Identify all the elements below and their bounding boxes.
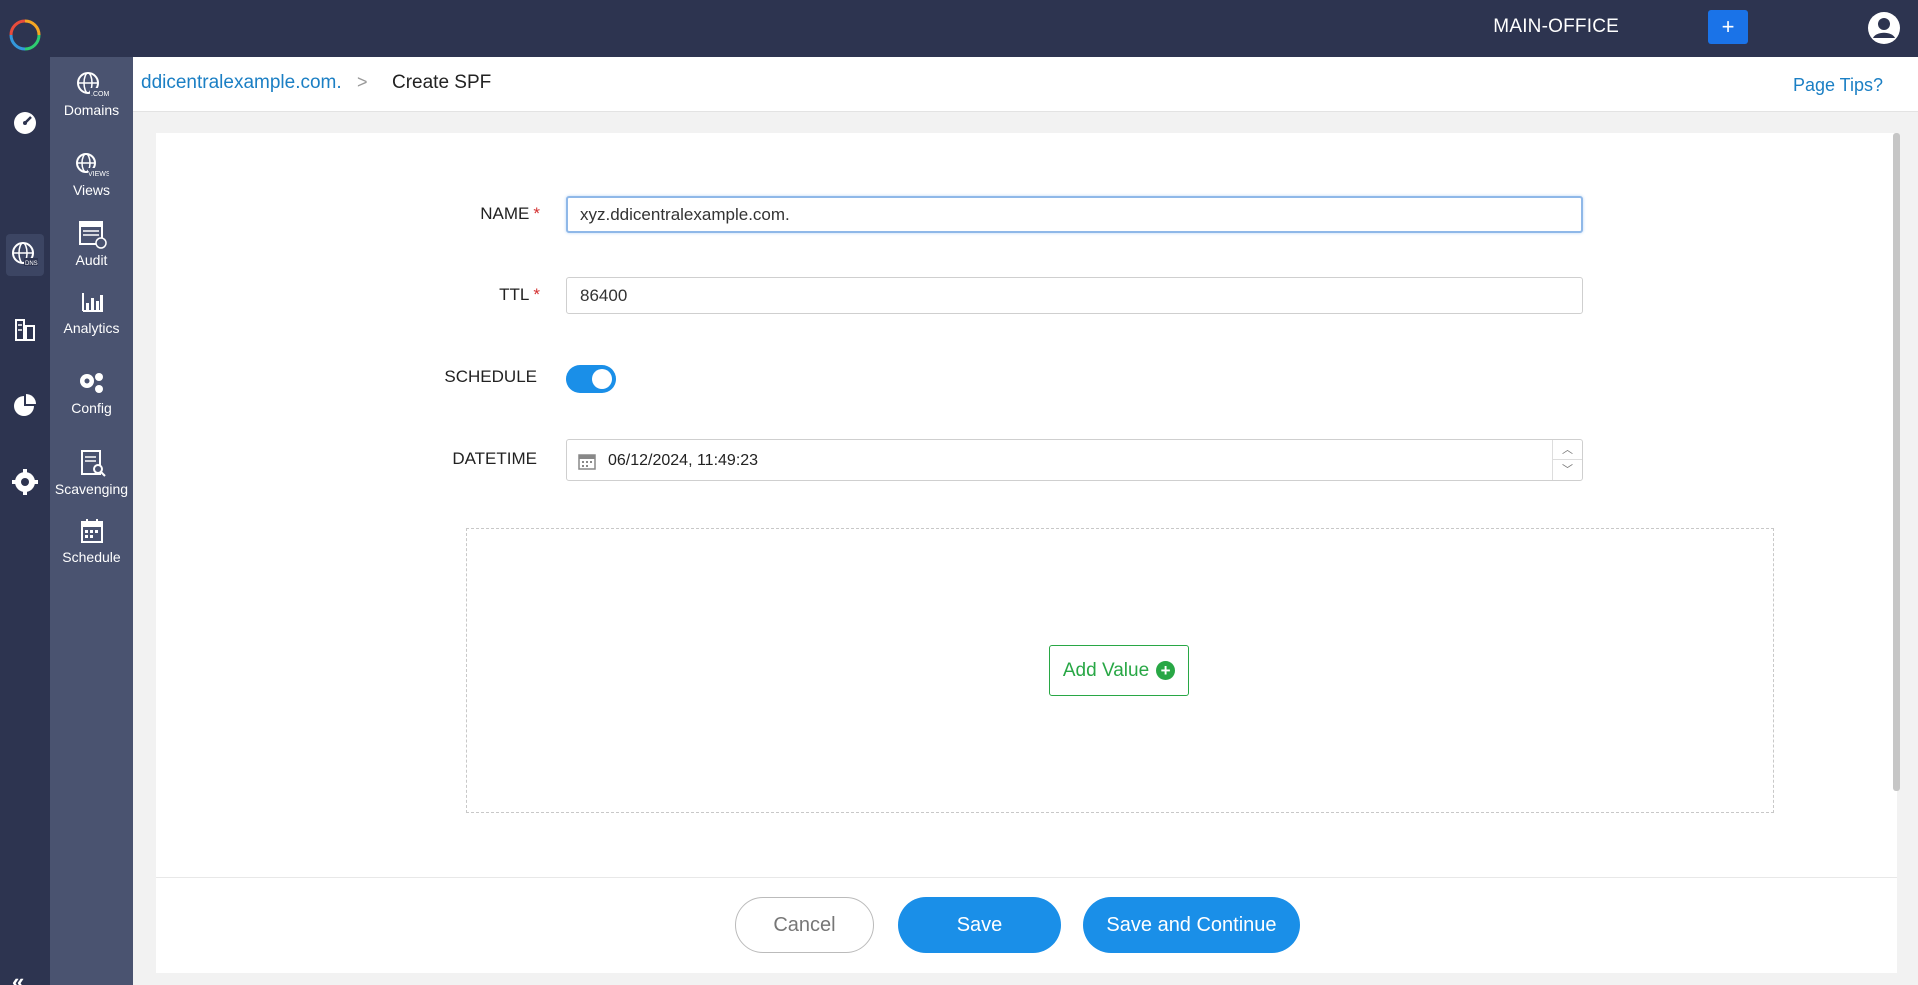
name-label-text: NAME <box>480 204 530 223</box>
schedule-toggle[interactable] <box>566 365 616 393</box>
calendar-icon <box>578 454 596 470</box>
svg-text:.COM: .COM <box>91 91 109 98</box>
page-title: Create SPF <box>392 72 492 93</box>
add-value-button[interactable]: Add Value + <box>1049 645 1189 696</box>
nav-item-views[interactable]: VIEWS Views <box>50 151 133 198</box>
nav-label-schedule: Schedule <box>62 549 121 565</box>
nav-label-domains: Domains <box>63 102 120 118</box>
datetime-value: 06/12/2024, 11:49:23 <box>608 452 759 469</box>
nav-item-analytics[interactable]: Analytics <box>50 289 133 336</box>
ipam-building-icon[interactable] <box>10 315 40 345</box>
cancel-button[interactable]: Cancel <box>735 897 874 953</box>
ttl-input[interactable] <box>566 277 1583 314</box>
toggle-knob <box>592 369 612 389</box>
required-mark: * <box>533 204 540 223</box>
svg-text:DNS: DNS <box>25 261 38 267</box>
svg-text:VIEWS: VIEWS <box>88 171 109 178</box>
collapse-sidebar-icon[interactable]: « <box>12 969 24 985</box>
breadcrumb: ddicentralexample.com. > Create SPF Page… <box>133 57 1918 112</box>
nav-item-scavenging[interactable]: Scavenging <box>50 450 133 497</box>
office-selector[interactable]: MAIN-OFFICE <box>1493 16 1619 38</box>
schedule-label: SCHEDULE <box>444 367 537 386</box>
plus-circle-icon: + <box>1156 661 1176 680</box>
add-value-label: Add Value <box>1062 659 1150 681</box>
user-avatar-icon[interactable] <box>1866 10 1902 46</box>
scavenging-icon <box>80 450 106 477</box>
schedule-calendar-icon <box>80 519 103 543</box>
nav-label-analytics: Analytics <box>63 320 120 336</box>
save-and-continue-button[interactable]: Save and Continue <box>1083 897 1300 953</box>
nav-label-config: Config <box>71 400 112 416</box>
content-scrollbar[interactable] <box>1893 133 1900 791</box>
name-label: NAME * <box>340 204 540 224</box>
nav-item-audit[interactable]: Audit <box>50 221 133 268</box>
audit-icon <box>78 221 107 249</box>
top-bar: MAIN-OFFICE + <box>0 0 1918 57</box>
ttl-label: TTL * <box>340 285 540 305</box>
datetime-input[interactable]: 06/12/2024, 11:49:23 ︿ ﹀ <box>566 439 1583 481</box>
required-mark: * <box>533 285 540 304</box>
nav-label-views: Views <box>72 182 111 198</box>
nav-item-config[interactable]: Config <box>50 369 133 416</box>
spin-down-chevron-icon[interactable]: ﹀ <box>1553 460 1582 480</box>
nav-item-domains[interactable]: .COM Domains <box>50 71 133 118</box>
save-button[interactable]: Save <box>898 897 1061 953</box>
datetime-spinner: ︿ ﹀ <box>1552 440 1582 480</box>
domains-globe-icon: .COM <box>76 72 109 98</box>
ttl-label-text: TTL <box>499 285 530 304</box>
settings-gear-icon[interactable] <box>10 467 40 497</box>
dns-globe-icon[interactable]: DNS <box>10 240 40 270</box>
reports-pie-icon[interactable] <box>10 390 40 420</box>
nav-label-scavenging: Scavenging <box>54 481 129 497</box>
name-input[interactable] <box>566 196 1583 233</box>
add-button[interactable]: + <box>1708 10 1748 44</box>
nav-item-schedule[interactable]: Schedule <box>50 518 133 565</box>
dashboard-gauge-icon[interactable] <box>10 107 40 137</box>
views-globe-icon: VIEWS <box>75 153 109 178</box>
nav-label-audit: Audit <box>75 252 108 268</box>
sub-navigation: .COM Domains VIEWS Views Audit Analytics… <box>50 57 133 985</box>
analytics-icon <box>81 293 103 312</box>
datetime-label: DATETIME <box>452 449 537 468</box>
app-logo-icon[interactable] <box>8 18 42 52</box>
breadcrumb-zone-link[interactable]: ddicentralexample.com. <box>141 72 342 94</box>
config-gears-icon <box>79 373 103 393</box>
breadcrumb-separator: > <box>357 72 368 92</box>
left-rail: DNS « <box>0 57 50 985</box>
page-tips-link[interactable]: Page Tips? <box>1793 75 1883 96</box>
spin-up-chevron-icon[interactable]: ︿ <box>1553 440 1582 460</box>
